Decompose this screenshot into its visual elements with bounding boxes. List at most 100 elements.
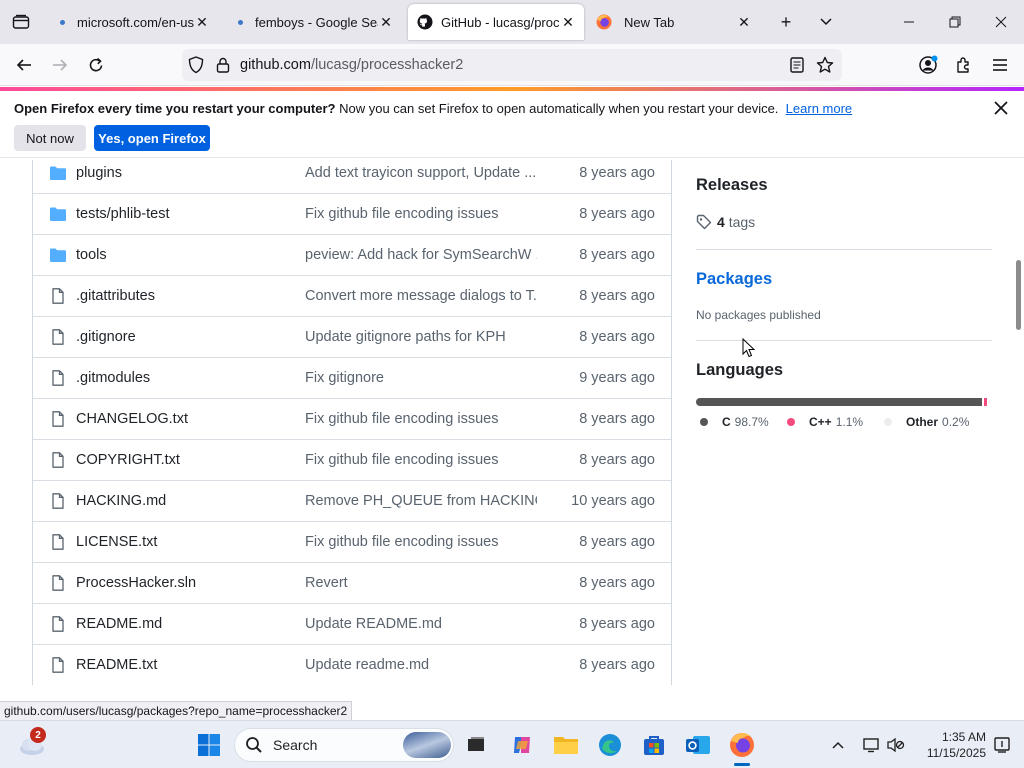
volume-status[interactable] — [880, 729, 912, 761]
commit-message-link[interactable]: Convert more message dialogs to T... — [305, 288, 537, 304]
file-list: plugins Add text trayicon support, Update… — [32, 160, 672, 685]
file-row[interactable]: COPYRIGHT.txt Fix github file encoding is… — [33, 439, 671, 480]
firefox-taskbar-button[interactable] — [726, 729, 758, 766]
file-name-link[interactable]: plugins — [76, 165, 122, 181]
show-hidden-icons-button[interactable] — [822, 729, 854, 761]
file-row[interactable]: HACKING.md Remove PH_QUEUE from HACKING..… — [33, 480, 671, 521]
packages-heading[interactable]: Packages — [696, 270, 772, 289]
tab-google-search[interactable]: femboys - Google Sear ✕ — [226, 0, 402, 44]
notification-accent-bar — [0, 87, 1024, 91]
close-icon[interactable]: ✕ — [378, 14, 394, 30]
reload-icon — [89, 57, 103, 72]
tags-link[interactable]: 4 tags — [696, 214, 755, 230]
notification-close-button[interactable] — [990, 98, 1012, 118]
folder-icon — [50, 207, 66, 221]
file-row[interactable]: .gitignore Update gitignore paths for KPH… — [33, 316, 671, 357]
restore-button[interactable] — [936, 0, 974, 44]
yes-open-firefox-button[interactable]: Yes, open Firefox — [94, 125, 210, 151]
app-menu-button[interactable] — [984, 50, 1016, 80]
file-name-link[interactable]: CHANGELOG.txt — [76, 411, 188, 427]
language-other[interactable]: Other 0.2% — [884, 415, 969, 429]
file-name-link[interactable]: README.txt — [76, 657, 157, 673]
tab-github[interactable]: GitHub - lucasg/proces ✕ — [408, 4, 584, 40]
file-name-link[interactable]: HACKING.md — [76, 493, 166, 509]
file-icon — [52, 493, 64, 509]
file-icon — [52, 616, 64, 632]
commit-age: 8 years ago — [579, 534, 655, 550]
tab-new-tab[interactable]: New Tab ✕ — [588, 0, 760, 44]
file-row[interactable]: tools peview: Add hack for SymSearchW ...… — [33, 234, 671, 275]
tab-overview-button[interactable] — [0, 0, 42, 44]
file-name-link[interactable]: .gitmodules — [76, 370, 150, 386]
file-row[interactable]: CHANGELOG.txt Fix github file encoding is… — [33, 398, 671, 439]
list-all-tabs-button[interactable] — [806, 0, 846, 44]
file-name-link[interactable]: LICENSE.txt — [76, 534, 157, 550]
file-name-link[interactable]: tools — [76, 247, 107, 263]
copilot-button[interactable] — [506, 729, 538, 761]
start-button[interactable] — [193, 729, 225, 761]
close-icon[interactable]: ✕ — [736, 14, 752, 30]
reload-button[interactable] — [80, 50, 112, 80]
commit-message-link[interactable]: Update README.md — [305, 616, 537, 632]
file-row[interactable]: README.txt Update readme.md 8 years ago — [33, 644, 671, 685]
task-view-button[interactable] — [460, 729, 492, 761]
file-row[interactable]: .gitattributes Convert more message dialo… — [33, 275, 671, 316]
weather-widget[interactable]: 2 — [16, 727, 48, 761]
system-clock[interactable]: 1:35 AM 11/15/2025 — [916, 729, 986, 761]
file-name-link[interactable]: README.md — [76, 616, 162, 632]
lock-icon[interactable] — [216, 57, 230, 73]
file-name-link[interactable]: tests/phlib-test — [76, 206, 170, 222]
commit-message-link[interactable]: peview: Add hack for SymSearchW ... — [305, 247, 537, 263]
commit-message-link[interactable]: Revert — [305, 575, 537, 591]
clock-time: 1:35 AM — [941, 730, 986, 744]
commit-message-link[interactable]: Add text trayicon support, Update ... — [305, 165, 537, 181]
tab-microsoft[interactable]: microsoft.com/en-us/s ✕ — [48, 0, 218, 44]
scrollbar-thumb[interactable] — [1016, 260, 1021, 330]
commit-message-link[interactable]: Fix github file encoding issues — [305, 411, 537, 427]
file-row[interactable]: .gitmodules Fix gitignore 9 years ago — [33, 357, 671, 398]
file-row[interactable]: plugins Add text trayicon support, Update… — [33, 160, 671, 193]
file-name-link[interactable]: COPYRIGHT.txt — [76, 452, 180, 468]
reader-view-icon[interactable] — [790, 57, 804, 73]
bookmark-star-icon[interactable] — [816, 56, 834, 74]
minimize-button[interactable] — [890, 0, 928, 44]
file-row[interactable]: ProcessHacker.sln Revert 8 years ago — [33, 562, 671, 603]
close-icon[interactable]: ✕ — [194, 14, 210, 30]
file-row[interactable]: LICENSE.txt Fix github file encoding issu… — [33, 521, 671, 562]
not-now-button[interactable]: Not now — [14, 125, 86, 151]
file-row[interactable]: README.md Update README.md 8 years ago — [33, 603, 671, 644]
commit-message-link[interactable]: Fix github file encoding issues — [305, 452, 537, 468]
file-row[interactable]: tests/phlib-test Fix github file encoding… — [33, 193, 671, 234]
outlook-button[interactable] — [682, 729, 714, 761]
language-cpp[interactable]: C++ 1.1% — [787, 415, 863, 429]
extensions-button[interactable] — [948, 50, 980, 80]
taskbar-search-box[interactable]: Search — [234, 728, 454, 762]
shield-icon[interactable] — [188, 56, 204, 74]
file-name-link[interactable]: ProcessHacker.sln — [76, 575, 196, 591]
language-c[interactable]: C 98.7% — [700, 415, 769, 429]
account-button[interactable] — [912, 50, 944, 80]
notification-center-button[interactable] — [986, 729, 1018, 761]
hamburger-menu-icon — [993, 59, 1007, 71]
address-bar[interactable]: github.com/lucasg/processhacker2 — [182, 49, 842, 81]
microsoft-store-button[interactable] — [638, 729, 670, 761]
forward-button[interactable] — [44, 50, 76, 80]
edge-button[interactable] — [594, 729, 626, 761]
commit-message-link[interactable]: Remove PH_QUEUE from HACKING.... — [305, 493, 537, 509]
commit-message-link[interactable]: Fix github file encoding issues — [305, 206, 537, 222]
back-button[interactable] — [8, 50, 40, 80]
language-color-dot — [884, 418, 892, 426]
file-explorer-button[interactable] — [550, 729, 582, 761]
commit-message-link[interactable]: Fix gitignore — [305, 370, 537, 386]
commit-message-link[interactable]: Update gitignore paths for KPH — [305, 329, 537, 345]
releases-heading[interactable]: Releases — [696, 176, 768, 195]
file-name-link[interactable]: .gitattributes — [76, 288, 155, 304]
commit-message-link[interactable]: Update readme.md — [305, 657, 537, 673]
close-icon[interactable]: ✕ — [560, 14, 576, 30]
window-close-button[interactable] — [982, 0, 1020, 44]
commit-message-link[interactable]: Fix github file encoding issues — [305, 534, 537, 550]
new-tab-button[interactable]: + — [766, 0, 806, 44]
learn-more-link[interactable]: Learn more — [786, 101, 852, 116]
file-name-link[interactable]: .gitignore — [76, 329, 136, 345]
file-icon — [52, 575, 64, 591]
